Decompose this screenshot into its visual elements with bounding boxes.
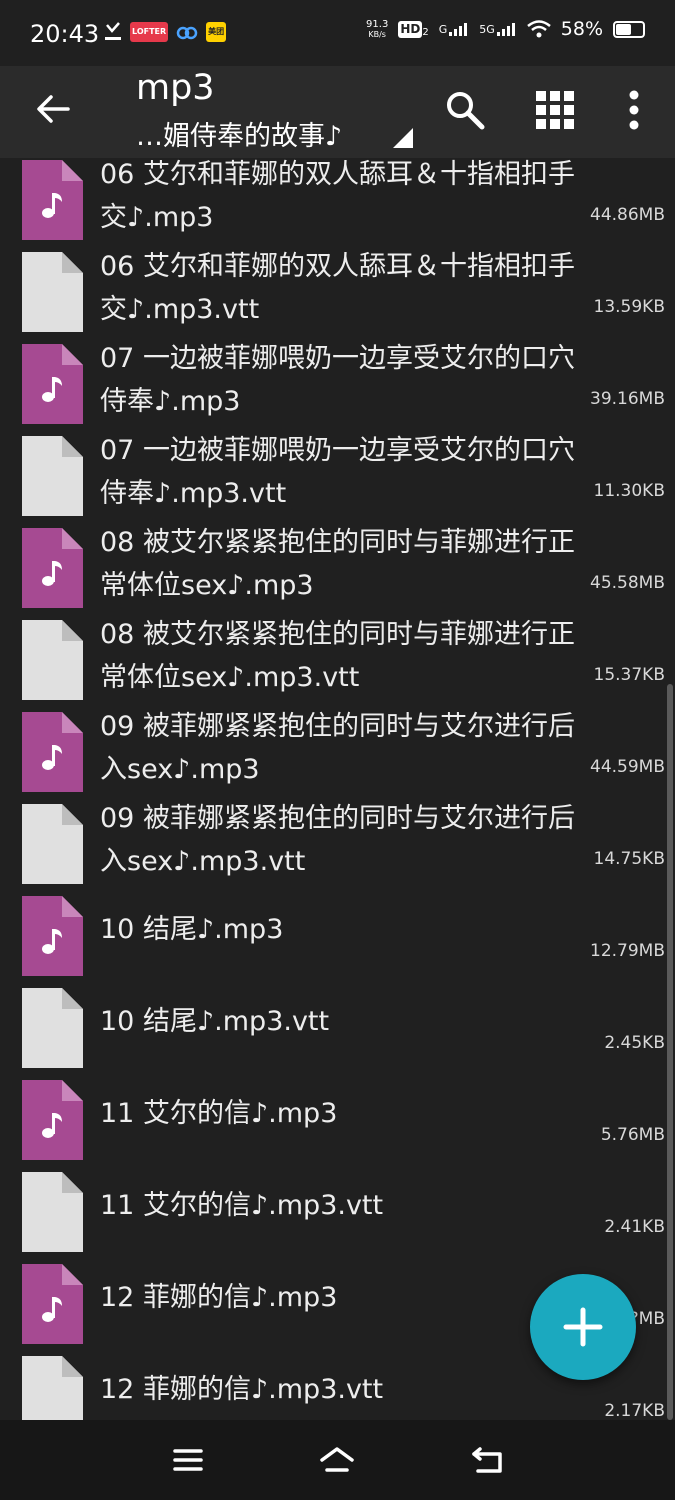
file-size: 12.79MB [590,941,665,961]
status-time: 20:43 [30,20,100,48]
signal-1-icon: G [439,22,470,36]
file-size: 44.59MB [590,757,665,777]
document-file-icon [22,988,83,1068]
dropdown-triangle-icon [393,128,413,148]
file-name: 10 结尾♪.mp3 [100,914,284,945]
wifi-icon [526,20,551,38]
lofter-app-icon: LOFTER [130,22,169,42]
audio-file-icon [22,344,83,424]
home-button[interactable] [312,1438,362,1482]
page-title: mp3 [136,68,215,108]
file-name: 10 结尾♪.mp3.vtt [100,1006,330,1037]
file-row[interactable]: 09 被菲娜紧紧抱住的同时与艾尔进行后入sex♪.mp3.vtt 14.75KB [0,788,675,884]
file-list[interactable]: 06 艾尔和菲娜的双人舔耳＆十指相扣手交♪.mp3 44.86MB 06 艾尔和菲娜… [0,158,675,1420]
scrollbar[interactable] [667,684,673,1420]
more-options-button[interactable] [606,82,662,138]
network-speed: 91.3 KB/s [366,19,389,39]
hd-voice-icon: HD 2 [398,20,429,38]
file-size: 5.76MB [600,1125,665,1145]
file-size: 15.37KB [593,665,665,685]
document-file-icon [22,804,83,884]
file-size: 11.30KB [593,481,665,501]
file-name: 09 被菲娜紧紧抱住的同时与艾尔进行后入sex♪.mp3.vtt [100,803,575,877]
back-icon [472,1447,502,1473]
file-row[interactable]: 10 结尾♪.mp3 12.79MB [0,880,675,976]
baidu-netdisk-icon [176,26,198,40]
file-size: 45.58MB [590,573,665,593]
file-row[interactable]: 06 艾尔和菲娜的双人舔耳＆十指相扣手交♪.mp3.vtt 13.59KB [0,236,675,332]
file-row[interactable]: 11 艾尔的信♪.mp3.vtt 2.41KB [0,1156,675,1252]
file-row[interactable]: 07 一边被菲娜喂奶一边享受艾尔的口穴侍奉♪.mp3.vtt 11.30KB [0,420,675,516]
file-name: 12 菲娜的信♪.mp3 [100,1282,338,1313]
file-row[interactable]: 10 结尾♪.mp3.vtt 2.45KB [0,972,675,1068]
nav-back-button[interactable] [462,1438,512,1482]
file-name: 07 一边被菲娜喂奶一边享受艾尔的口穴侍奉♪.mp3 [100,343,575,417]
arrow-left-icon [37,95,70,123]
audio-file-icon [22,712,83,792]
document-file-icon [22,620,83,700]
signal-5g-icon: 5G [479,22,517,36]
document-file-icon [22,1172,83,1252]
home-icon [320,1447,354,1472]
file-row[interactable]: 06 艾尔和菲娜的双人舔耳＆十指相扣手交♪.mp3 44.86MB [0,158,675,240]
app-bar: mp3 …媚侍奉的故事♪ [0,66,675,158]
search-button[interactable] [437,82,493,138]
file-size: 13.59KB [593,297,665,317]
document-file-icon [22,252,83,332]
audio-file-icon [22,1264,83,1344]
file-name: 06 艾尔和菲娜的双人舔耳＆十指相扣手交♪.mp3 [100,159,575,233]
battery-percent: 58% [560,18,603,40]
file-name: 12 菲娜的信♪.mp3.vtt [100,1374,384,1405]
meituan-app-icon: 美团 [206,22,227,42]
file-name: 07 一边被菲娜喂奶一边享受艾尔的口穴侍奉♪.mp3.vtt [100,435,575,509]
download-done-icon [105,22,121,40]
audio-file-icon [22,896,83,976]
file-size: 14.75KB [593,849,665,869]
plus-icon [563,1307,603,1347]
system-status-icons: 91.3 KB/s HD 2 G 5G 58% [366,18,645,40]
file-row[interactable]: 08 被艾尔紧紧抱住的同时与菲娜进行正常体位sex♪.mp3.vtt 15.37K… [0,604,675,700]
audio-file-icon [22,528,83,608]
search-icon [447,92,485,130]
file-row[interactable]: 09 被菲娜紧紧抱住的同时与艾尔进行后入sex♪.mp3 44.59MB [0,696,675,792]
add-button[interactable] [530,1274,636,1380]
audio-file-icon [22,160,83,240]
file-name: 09 被菲娜紧紧抱住的同时与艾尔进行后入sex♪.mp3 [100,711,575,785]
recent-apps-button[interactable] [163,1438,213,1482]
file-row[interactable]: 07 一边被菲娜喂奶一边享受艾尔的口穴侍奉♪.mp3 39.16MB [0,328,675,424]
menu-icon [173,1449,203,1471]
file-row[interactable]: 11 艾尔的信♪.mp3 5.76MB [0,1064,675,1160]
audio-file-icon [22,1080,83,1160]
file-name: 06 艾尔和菲娜的双人舔耳＆十指相扣手交♪.mp3.vtt [100,251,575,325]
battery-level [616,23,632,35]
grid-view-icon [536,91,574,129]
file-name: 08 被艾尔紧紧抱住的同时与菲娜进行正常体位sex♪.mp3.vtt [100,619,575,693]
grid-view-button[interactable] [527,82,583,138]
document-file-icon [22,436,83,516]
folder-path-dropdown[interactable]: …媚侍奉的故事♪ [136,114,342,153]
file-name: 11 艾尔的信♪.mp3.vtt [100,1190,384,1221]
file-list-content: 06 艾尔和菲娜的双人舔耳＆十指相扣手交♪.mp3 44.86MB 06 艾尔和菲娜… [0,158,675,1420]
file-name: 11 艾尔的信♪.mp3 [100,1098,338,1129]
file-row[interactable]: 08 被艾尔紧紧抱住的同时与菲娜进行正常体位sex♪.mp3 45.58MB [0,512,675,608]
back-button[interactable] [30,86,76,132]
file-size: 2.17KB [604,1401,665,1420]
status-bar: 20:43 LOFTER 美团 91.3 KB/s HD 2 G 5G 58% [0,0,675,66]
file-size: 2.41KB [604,1217,665,1237]
file-size: 2.45KB [604,1033,665,1053]
document-file-icon [22,1356,83,1420]
notification-icons: LOFTER 美团 [104,22,227,42]
file-size: 44.86MB [590,205,665,225]
file-name: 08 被艾尔紧紧抱住的同时与菲娜进行正常体位sex♪.mp3 [100,527,575,601]
more-vertical-icon [629,90,639,130]
system-nav-bar [0,1420,675,1500]
file-size: 39.16MB [590,389,665,409]
battery-icon [613,20,645,38]
